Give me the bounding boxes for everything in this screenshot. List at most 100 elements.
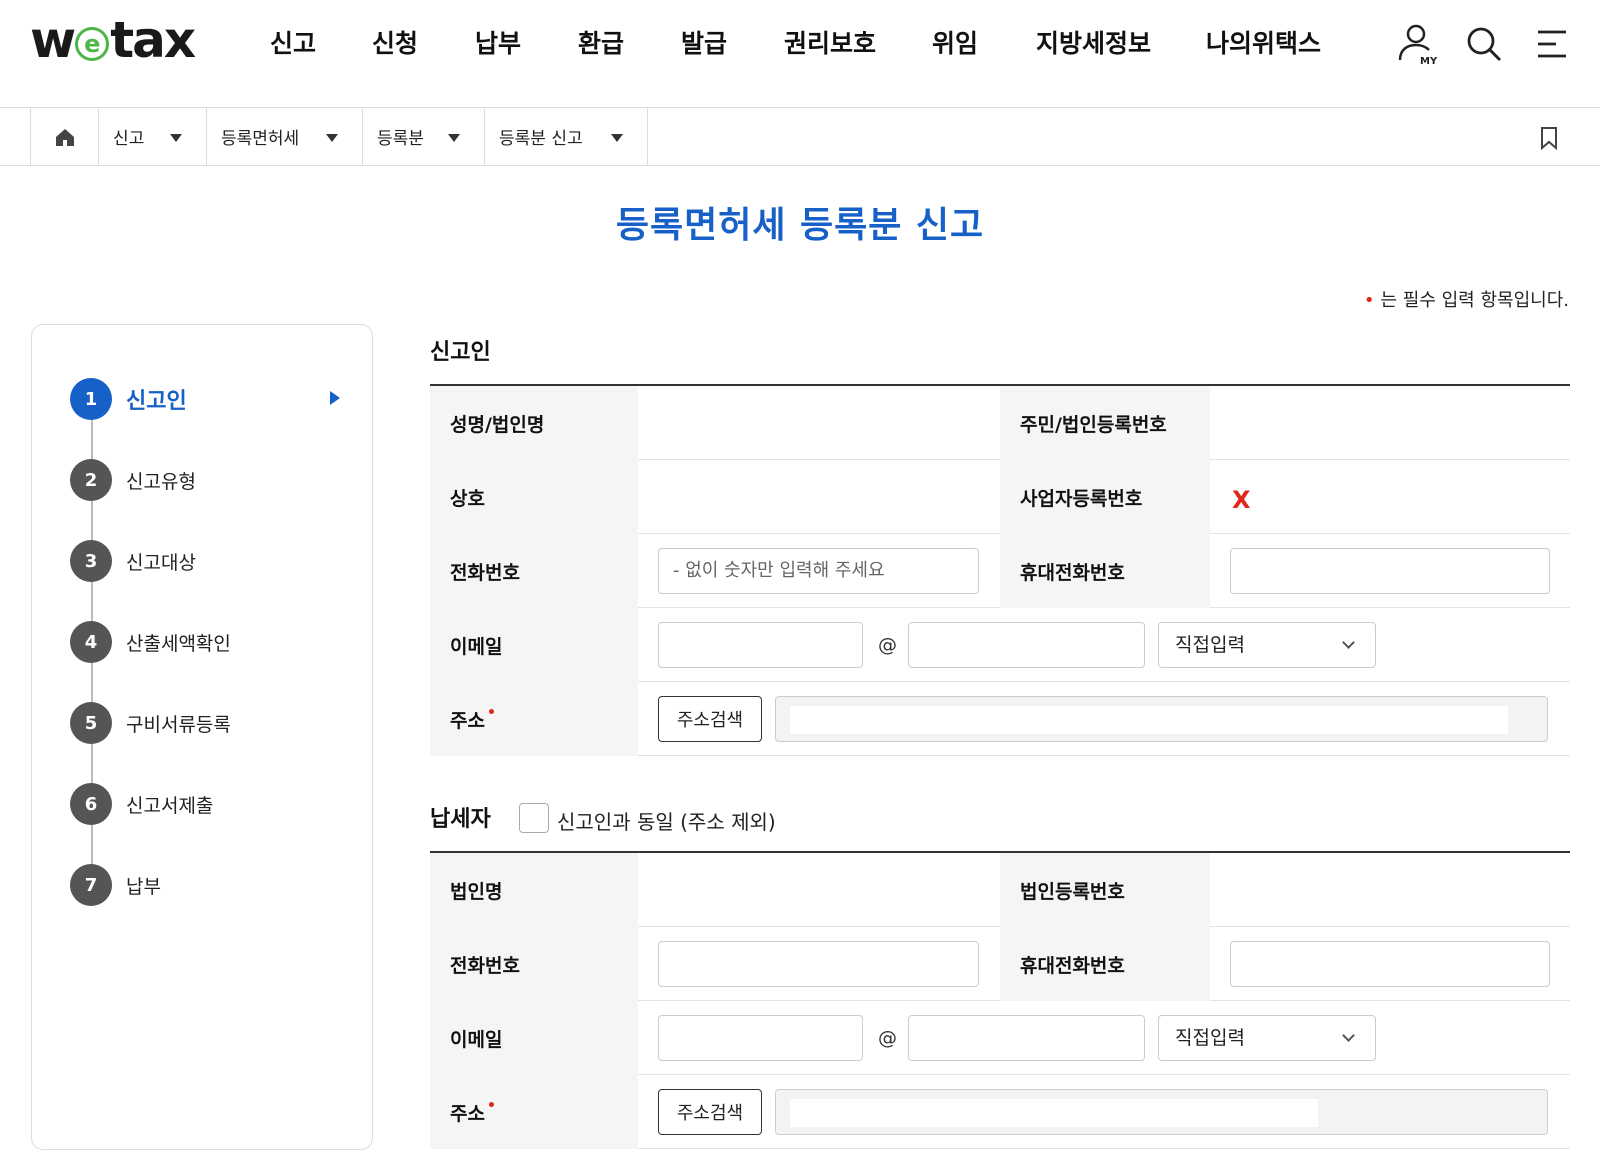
taxpayer-email-id-input[interactable] <box>658 1015 863 1061</box>
table-row: 이메일 @ 직접입력 <box>430 608 1570 682</box>
bookmark-icon[interactable] <box>1538 126 1560 151</box>
email-at-sign: @ <box>878 1027 897 1049</box>
home-icon <box>55 128 74 146</box>
search-icon[interactable] <box>1462 22 1506 66</box>
nav-item-report[interactable]: 신고 <box>270 22 316 66</box>
field-label: 이메일 <box>430 1001 638 1075</box>
email-domain-select[interactable]: 직접입력 <box>1158 622 1376 668</box>
field-label: 성명/법인명 <box>430 386 638 460</box>
required-note-text: 는 필수 입력 항목입니다. <box>1380 290 1570 311</box>
step-item-report-target[interactable]: 3 신고대상 <box>70 539 340 583</box>
table-row: 전화번호 - 없이 숫자만 입력해 주세요 휴대전화번호 <box>430 534 1570 608</box>
breadcrumb-item-license-tax[interactable]: 등록면허세 <box>207 108 363 165</box>
reporter-table: 성명/법인명 주민/법인등록번호 상호 사업자등록번호 X 전화번호 - 없이 … <box>430 384 1570 760</box>
taxpayer-address-search-button[interactable]: 주소검색 <box>658 1089 762 1135</box>
breadcrumb-label: 등록면허세 <box>221 129 300 149</box>
breadcrumb: 신고 등록면허세 등록분 등록분 신고 <box>0 108 1600 166</box>
step-label: 신고유형 <box>126 470 196 493</box>
field-label: 휴대전화번호 <box>1000 927 1210 1001</box>
nav-item-delegation[interactable]: 위임 <box>932 22 978 66</box>
address-label-text: 주소 <box>450 709 485 732</box>
page-title: 등록면허세 등록분 신고 <box>615 205 985 246</box>
step-number: 6 <box>70 783 112 825</box>
same-as-reporter-checkbox[interactable] <box>519 803 549 833</box>
phone-cell <box>638 927 1000 1001</box>
taxpayer-email-domain-select[interactable]: 직접입력 <box>1158 1015 1376 1061</box>
step-label: 신고인 <box>126 389 187 414</box>
nav-item-refund[interactable]: 환급 <box>578 22 624 66</box>
email-domain-input[interactable] <box>908 622 1145 668</box>
required-dot: • <box>486 705 496 721</box>
required-dot: • <box>1363 290 1375 311</box>
field-label: 주소 • <box>430 1075 638 1149</box>
field-label: 법인등록번호 <box>1000 853 1210 927</box>
table-row: 상호 사업자등록번호 X <box>430 460 1570 534</box>
caret-down-icon <box>326 134 338 142</box>
breadcrumb-label: 신고 <box>113 129 145 149</box>
table-row: 이메일 @ 직접입력 <box>430 1001 1570 1075</box>
phone-input[interactable]: - 없이 숫자만 입력해 주세요 <box>658 548 979 594</box>
breadcrumb-item-report[interactable]: 신고 <box>99 108 207 165</box>
nav-item-local-tax-info[interactable]: 지방세정보 <box>1036 22 1151 66</box>
nav-item-apply[interactable]: 신청 <box>372 22 418 66</box>
step-navigator: 1 신고인 2 신고유형 3 신고대상 4 산출세액확인 5 구비서류등록 6 … <box>31 324 373 1150</box>
taxpayer-mobile-input[interactable] <box>1230 941 1550 987</box>
menu-icon[interactable] <box>1530 22 1574 66</box>
table-row: 전화번호 휴대전화번호 <box>430 927 1570 1001</box>
step-number: 5 <box>70 702 112 744</box>
address-input[interactable] <box>775 696 1548 742</box>
step-number: 1 <box>70 378 112 420</box>
field-label: 전화번호 <box>430 534 638 608</box>
taxpayer-address-input[interactable] <box>775 1089 1548 1135</box>
mobile-cell <box>1210 927 1570 1001</box>
section-title-reporter: 신고인 <box>430 340 491 365</box>
required-dot: • <box>486 1098 496 1114</box>
step-item-submit[interactable]: 6 신고서제출 <box>70 782 340 826</box>
required-note: • 는 필수 입력 항목입니다. <box>1364 286 1569 312</box>
taxpayer-email-domain-input[interactable] <box>908 1015 1145 1061</box>
mobile-input[interactable] <box>1230 548 1550 594</box>
step-label: 구비서류등록 <box>126 713 231 736</box>
same-as-reporter-label[interactable]: 신고인과 동일 (주소 제외) <box>557 806 776 835</box>
trade-name-value <box>638 460 1000 534</box>
step-item-reporter[interactable]: 1 신고인 <box>70 377 340 421</box>
taxpayer-phone-input[interactable] <box>658 941 979 987</box>
taxpayer-table: 법인명 법인등록번호 전화번호 휴대전화번호 이메일 @ 직접입력 주소 • 주소… <box>430 851 1570 1151</box>
address-cell: 주소검색 <box>638 1075 1570 1149</box>
step-number: 7 <box>70 864 112 906</box>
table-row: 주소 • 주소검색 <box>430 682 1570 756</box>
breadcrumb-item-registration[interactable]: 등록분 <box>363 108 485 165</box>
email-cell: @ 직접입력 <box>638 608 1570 682</box>
table-row: 성명/법인명 주민/법인등록번호 <box>430 386 1570 460</box>
current-step-arrow-icon <box>330 391 340 405</box>
section-title-taxpayer: 납세자 <box>430 807 491 832</box>
step-label: 신고서제출 <box>126 794 214 817</box>
email-id-input[interactable] <box>658 622 863 668</box>
field-label: 휴대전화번호 <box>1000 534 1210 608</box>
field-label: 사업자등록번호 <box>1000 460 1210 534</box>
step-item-payment[interactable]: 7 납부 <box>70 863 340 907</box>
step-number: 3 <box>70 540 112 582</box>
breadcrumb-item-registration-report[interactable]: 등록분 신고 <box>485 108 648 165</box>
nav-item-my-wetax[interactable]: 나의위택스 <box>1206 22 1321 66</box>
table-row: 주소 • 주소검색 <box>430 1075 1570 1149</box>
nav-item-rights[interactable]: 권리보호 <box>784 22 876 66</box>
field-label: 전화번호 <box>430 927 638 1001</box>
field-label: 법인명 <box>430 853 638 927</box>
nav-item-payment[interactable]: 납부 <box>475 22 521 66</box>
step-item-report-type[interactable]: 2 신고유형 <box>70 458 340 502</box>
mobile-cell <box>1210 534 1570 608</box>
corp-name-value <box>638 853 1000 927</box>
site-header: w e tax 신고 신청 납부 환급 발급 권리보호 위임 지방세정보 나의위택스… <box>0 0 1600 108</box>
caret-down-icon <box>611 134 623 142</box>
step-item-tax-calculation[interactable]: 4 산출세액확인 <box>70 620 340 664</box>
address-search-button[interactable]: 주소검색 <box>658 696 762 742</box>
breadcrumb-home[interactable] <box>30 108 99 165</box>
name-value <box>638 386 1000 460</box>
step-item-documents[interactable]: 5 구비서류등록 <box>70 701 340 745</box>
phone-cell: - 없이 숫자만 입력해 주세요 <box>638 534 1000 608</box>
step-number: 4 <box>70 621 112 663</box>
my-page-icon[interactable]: MY <box>1396 22 1440 67</box>
field-label: 주민/법인등록번호 <box>1000 386 1210 460</box>
nav-item-issue[interactable]: 발급 <box>681 22 727 66</box>
